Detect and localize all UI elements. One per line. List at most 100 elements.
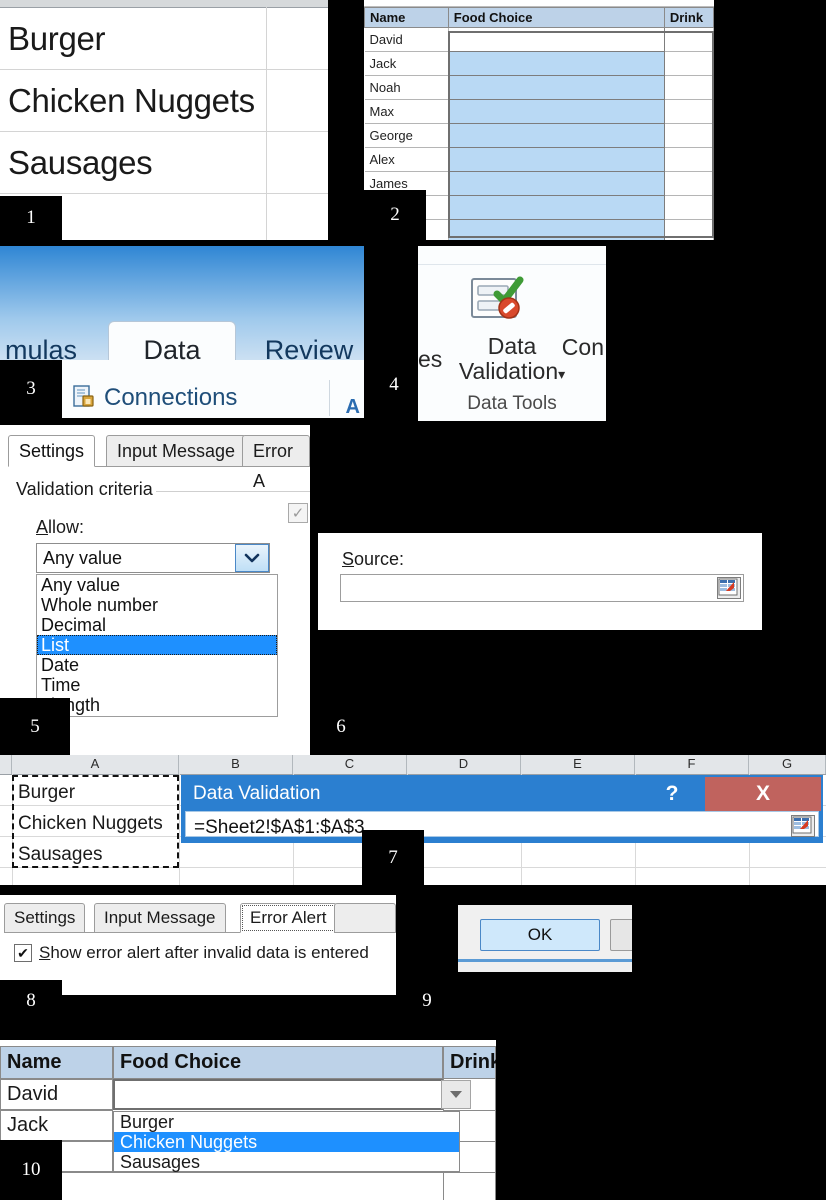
cell-food-choice[interactable] <box>447 99 665 124</box>
table-row[interactable]: Noah <box>364 75 714 100</box>
option-burger[interactable]: Burger <box>114 1112 459 1132</box>
cell-name-david[interactable]: David <box>0 1079 113 1110</box>
allow-combobox[interactable]: Any value <box>36 543 270 573</box>
cell-drink[interactable] <box>663 195 714 220</box>
connections-button[interactable]: Connections <box>62 378 364 418</box>
cell-drink[interactable] <box>663 171 714 196</box>
range-picker-icon[interactable] <box>791 815 815 837</box>
cell-drink[interactable] <box>663 123 714 148</box>
cell-drink[interactable] <box>663 75 714 100</box>
cell-a3[interactable]: Sausages <box>14 839 177 870</box>
table-row[interactable]: David <box>364 27 714 52</box>
column-header-food-choice[interactable]: Food Choice <box>113 1046 443 1079</box>
cell-food-choice[interactable] <box>447 195 665 220</box>
tab-strip-filler <box>334 903 396 933</box>
option-custom[interactable]: tom <box>37 715 277 716</box>
column-header-d[interactable]: D <box>407 755 521 774</box>
source-input[interactable] <box>340 574 744 602</box>
list-item[interactable]: Sausages <box>0 132 328 194</box>
cell-drink[interactable] <box>663 99 714 124</box>
data-validation-icon[interactable] <box>468 274 526 331</box>
cell-drink[interactable] <box>663 51 714 76</box>
cancel-button[interactable] <box>610 919 632 951</box>
tab-error-alert[interactable]: Error Alert <box>240 903 337 933</box>
tab-input-message[interactable]: Input Message <box>106 435 247 467</box>
option-date[interactable]: Date <box>37 655 277 675</box>
option-sausages[interactable]: Sausages <box>114 1152 459 1172</box>
cell-name[interactable]: Max <box>364 99 449 124</box>
column-header-a[interactable]: A <box>12 755 179 774</box>
table-header-row: Name Food Choice Drink <box>0 1046 496 1079</box>
cell-food-choice[interactable] <box>447 27 665 52</box>
data-validation-label[interactable]: Data Validation▾ <box>418 334 606 384</box>
sort-az-icon[interactable]: A <box>346 396 360 418</box>
sheet-column-headers: A B C D E F G <box>0 755 826 775</box>
column-header-f[interactable]: F <box>635 755 749 774</box>
cell-food-choice[interactable] <box>447 147 665 172</box>
panel-3-ribbon-tabs: mulas Data Review <box>0 246 364 378</box>
option-list[interactable]: List <box>37 635 277 655</box>
option-time[interactable]: Time <box>37 675 277 695</box>
column-header-food-choice[interactable]: Food Choice <box>447 7 665 28</box>
table-row[interactable]: Jack <box>364 51 714 76</box>
tab-settings[interactable]: Settings <box>8 435 96 467</box>
chevron-down-icon[interactable]: ▾ <box>558 366 565 382</box>
column-header-drink[interactable]: Drink <box>443 1046 496 1079</box>
column-header-drink[interactable]: Drink <box>663 7 714 28</box>
validation-dropdown-list[interactable]: Burger Chicken Nuggets Sausages <box>113 1111 460 1172</box>
close-button[interactable]: X <box>705 777 821 811</box>
column-header-name[interactable]: Name <box>0 1046 113 1079</box>
cell-name[interactable]: David <box>364 27 449 52</box>
option-chicken-nuggets[interactable]: Chicken Nuggets <box>114 1132 459 1152</box>
cell-name-jack[interactable]: Jack <box>0 1110 113 1141</box>
column-header-c[interactable]: C <box>293 755 407 774</box>
ok-button[interactable]: OK <box>480 919 600 951</box>
option-whole-number[interactable]: Whole number <box>37 595 277 615</box>
option-text-length[interactable]: t length <box>37 695 277 715</box>
cell-drink[interactable] <box>663 27 714 52</box>
tab-settings[interactable]: Settings <box>4 903 86 933</box>
cell-name[interactable]: Alex <box>364 147 449 172</box>
cell-name[interactable]: George <box>364 123 449 148</box>
cell-food-choice[interactable] <box>447 51 665 76</box>
cell-food-choice[interactable] <box>447 123 665 148</box>
column-header-e[interactable]: E <box>521 755 635 774</box>
panel-badge-5: 5 <box>0 698 70 755</box>
food-choice-edit-cell[interactable] <box>113 1079 443 1110</box>
help-button[interactable]: ? <box>639 777 705 811</box>
ribbon-divider <box>329 380 330 416</box>
cell-drink[interactable] <box>663 219 714 240</box>
chevron-down-icon[interactable] <box>235 544 269 572</box>
cell-food-choice[interactable] <box>447 75 665 100</box>
allow-options-list[interactable]: Any value Whole number Decimal List Date… <box>36 574 278 717</box>
cell-drink[interactable] <box>663 147 714 172</box>
table-row[interactable]: Alex <box>364 147 714 172</box>
panel-badge-2: 2 <box>364 190 426 240</box>
cell-a1[interactable]: Burger <box>14 777 177 808</box>
cell-food-choice[interactable] <box>447 219 665 240</box>
column-header-g[interactable]: G <box>749 755 826 774</box>
option-any-value[interactable]: Any value <box>37 575 277 595</box>
panel-6-source-field: Source: <box>318 533 762 630</box>
table-row[interactable]: George <box>364 123 714 148</box>
show-error-alert-row[interactable]: ✔ Show error alert after invalid data is… <box>14 943 369 963</box>
ignore-blank-checkbox[interactable]: ✓ <box>288 503 308 523</box>
dialog-footer-accent <box>458 959 632 962</box>
formula-input[interactable]: =Sheet2!$A$1:$A$3 <box>185 811 819 838</box>
cell-a2[interactable]: Chicken Nuggets <box>14 808 177 839</box>
checkmark-icon[interactable]: ✔ <box>14 944 32 962</box>
table-row[interactable]: Max <box>364 99 714 124</box>
option-decimal[interactable]: Decimal <box>37 615 277 635</box>
allow-label: Allow: <box>36 517 85 537</box>
tab-error-alert[interactable]: Error A <box>242 435 310 491</box>
cell-name[interactable]: Jack <box>364 51 449 76</box>
column-header-name[interactable]: Name <box>364 7 449 28</box>
tab-input-message[interactable]: Input Message <box>94 903 226 933</box>
column-header-b[interactable]: B <box>179 755 293 774</box>
list-item[interactable]: Chicken Nuggets <box>0 70 328 132</box>
cell-name[interactable]: Noah <box>364 75 449 100</box>
dropdown-arrow-icon[interactable] <box>441 1080 471 1109</box>
range-picker-icon[interactable] <box>717 577 741 599</box>
cell-food-choice[interactable] <box>447 171 665 196</box>
list-item[interactable]: Burger <box>0 8 328 70</box>
